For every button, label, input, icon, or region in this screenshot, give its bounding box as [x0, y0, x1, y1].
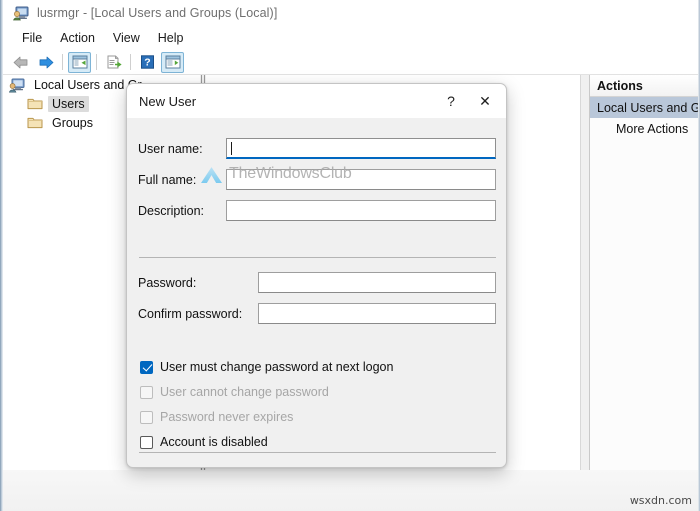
checkbox-row-cannot-change-password: User cannot change password [140, 383, 329, 401]
forward-button[interactable] [34, 52, 57, 73]
user-name-label: User name: [138, 142, 203, 156]
back-button[interactable] [9, 52, 32, 73]
title-bar: lusrmgr - [Local Users and Groups (Local… [3, 0, 698, 26]
full-name-label: Full name: [138, 173, 197, 187]
action-item-local-users-and-groups[interactable]: Local Users and Gro [590, 97, 698, 118]
checkbox-account-disabled[interactable] [140, 435, 153, 449]
close-icon: ✕ [479, 92, 491, 109]
toolbar: ? [3, 50, 698, 75]
tree-item-users-label: Users [48, 95, 89, 112]
dialog-title: New User [139, 93, 197, 109]
checkbox-row-password-never-expires: Password never expires [140, 408, 293, 426]
checkbox-label-cannot-change-password: User cannot change password [160, 385, 329, 399]
app-icon [13, 5, 29, 21]
actions-pane: Actions Local Users and Gro More Actions [589, 75, 698, 511]
action-item-label: Local Users and Gro [597, 100, 698, 115]
confirm-password-input[interactable] [258, 303, 496, 324]
checkbox-label-password-never-expires: Password never expires [160, 410, 294, 424]
tree-item-groups-label: Groups [52, 115, 93, 130]
actions-pane-header: Actions [590, 75, 698, 97]
checkbox-password-never-expires [140, 410, 153, 424]
dialog-body: User name: Full name: Description: Passw… [127, 118, 506, 467]
dialog-separator-bottom [139, 452, 496, 453]
full-name-input[interactable] [226, 169, 496, 190]
show-hide-console-tree-button[interactable] [68, 51, 91, 73]
checkbox-cannot-change-password [140, 385, 153, 399]
user-name-input[interactable] [226, 138, 496, 159]
toolbar-separator-2 [96, 54, 97, 70]
menu-item-file[interactable]: File [13, 28, 51, 48]
export-list-button[interactable] [102, 52, 125, 73]
password-input[interactable] [258, 272, 496, 293]
question-mark-icon: ? [447, 93, 455, 109]
new-user-dialog: New User ? ✕ User name: Full name: Descr… [126, 83, 507, 468]
site-tag: wsxdn.com [629, 494, 692, 507]
mmc-main-window: lusrmgr - [Local Users and Groups (Local… [0, 0, 700, 511]
toolbar-separator-3 [130, 54, 131, 70]
menu-bar: File Action View Help [3, 26, 698, 50]
dialog-title-bar: New User ? ✕ [127, 84, 506, 118]
action-item-more-actions[interactable]: More Actions [590, 118, 698, 139]
window-title: lusrmgr - [Local Users and Groups (Local… [37, 6, 278, 20]
menu-item-view[interactable]: View [104, 28, 149, 48]
confirm-password-label: Confirm password: [138, 307, 243, 321]
dialog-separator-top [139, 257, 496, 258]
password-label: Password: [138, 276, 197, 290]
help-button[interactable]: ? [136, 52, 159, 73]
checkbox-row-account-disabled[interactable]: Account is disabled [140, 433, 268, 451]
folder-icon [27, 96, 43, 112]
folder-icon [27, 115, 43, 131]
svg-text:?: ? [144, 57, 150, 69]
list-actions-splitter[interactable] [581, 75, 589, 511]
checkbox-label-must-change-password: User must change password at next logon [160, 360, 394, 374]
description-input[interactable] [226, 200, 496, 221]
menu-item-action[interactable]: Action [51, 28, 104, 48]
description-label: Description: [138, 204, 204, 218]
action-item-label: More Actions [616, 121, 689, 136]
computer-icon [8, 77, 25, 93]
dialog-help-button[interactable]: ? [434, 86, 468, 116]
checkbox-must-change-password[interactable] [140, 360, 153, 374]
toolbar-separator [62, 54, 63, 70]
text-caret [231, 141, 232, 155]
checkbox-label-account-disabled: Account is disabled [160, 435, 268, 449]
show-hide-action-pane-button[interactable] [161, 51, 184, 73]
checkbox-row-must-change-password[interactable]: User must change password at next logon [140, 358, 393, 376]
menu-item-help[interactable]: Help [149, 28, 193, 48]
dialog-close-button[interactable]: ✕ [468, 86, 502, 116]
